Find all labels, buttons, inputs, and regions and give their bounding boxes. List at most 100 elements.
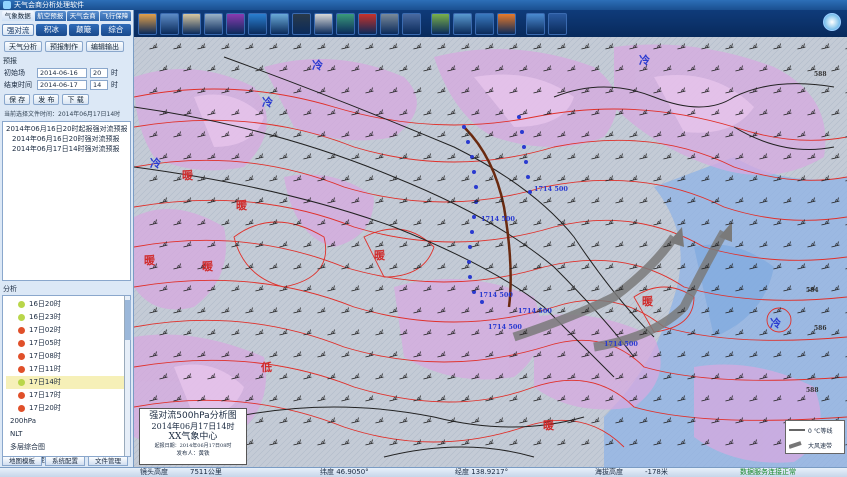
status-lat: 纬度 46.9050° bbox=[320, 468, 369, 476]
tool-1-button[interactable] bbox=[138, 12, 157, 35]
system-config-button[interactable]: 系统配置 bbox=[45, 456, 85, 466]
time-tree: 16日20时 16日23时 17日02时 17日05时 17日08时 17日11时 17日1… bbox=[2, 295, 131, 464]
cold-center-label: 冷 bbox=[312, 59, 323, 72]
tool-9-button[interactable] bbox=[314, 12, 333, 35]
save-button[interactable]: 保 存 bbox=[4, 94, 31, 105]
time-item-label: 16日23时 bbox=[29, 313, 61, 321]
map-publisher: 发布人：黄铁 bbox=[176, 451, 210, 457]
forecast-label: 预报 bbox=[3, 57, 17, 65]
time-item[interactable]: 16日20时 bbox=[6, 298, 127, 311]
status-scale-label: 镜头高度 bbox=[140, 468, 168, 476]
status-lon: 经度 138.9217° bbox=[455, 468, 509, 476]
tool-13-button[interactable] bbox=[402, 12, 421, 35]
contour-value-label: 588 bbox=[806, 387, 819, 394]
tab-turbulence[interactable]: 颠簸 bbox=[68, 24, 99, 36]
time-item-label: 17日02时 bbox=[29, 326, 61, 334]
left-panel: 气象数据 航空预报 天气会商 飞行保障 强对流 积冰 颠簸 综合 天气分析 预报… bbox=[0, 10, 134, 467]
file-manage-button[interactable]: 文件管理 bbox=[88, 456, 128, 466]
contour-value-label: 584 bbox=[806, 287, 819, 294]
action-row: 天气分析 预报制作 编辑输出 bbox=[0, 38, 133, 55]
tool-16-button[interactable] bbox=[475, 12, 494, 35]
tool-10-button[interactable] bbox=[336, 12, 355, 35]
tool-17-button[interactable] bbox=[497, 12, 516, 35]
publish-button[interactable]: 发 布 bbox=[33, 94, 60, 105]
status-scale-value: 7511公里 bbox=[190, 468, 222, 476]
start-hour-unit: 时 bbox=[111, 69, 118, 77]
tree-node[interactable]: 200hPa bbox=[6, 415, 127, 428]
tool-19-button[interactable] bbox=[548, 12, 567, 35]
tool-3-button[interactable] bbox=[182, 12, 201, 35]
line-label: 1714 500 bbox=[479, 291, 513, 299]
tab-flight[interactable]: 飞行保障 bbox=[99, 11, 131, 21]
tab-aviation[interactable]: 航空预报 bbox=[34, 11, 66, 21]
weather-analysis-button[interactable]: 天气分析 bbox=[4, 41, 42, 52]
app-icon bbox=[3, 1, 11, 9]
map-title-box: 强对流500hPa分析图 2014年06月17日14时 XX气象中心 起报日期：… bbox=[139, 408, 247, 465]
tool-18-button[interactable] bbox=[526, 12, 545, 35]
start-date-input[interactable]: 2014-06-16 bbox=[37, 68, 87, 78]
map-title: 强对流500hPa分析图 bbox=[149, 411, 237, 421]
list-item[interactable]: 2014年06月16日20时强对流预报 bbox=[6, 134, 127, 144]
tool-7-button[interactable] bbox=[270, 12, 289, 35]
contour-value-label: 586 bbox=[814, 325, 827, 332]
time-item[interactable]: 16日23时 bbox=[6, 311, 127, 324]
time-item-label: 17日20时 bbox=[29, 404, 61, 412]
end-date-input[interactable]: 2014-06-17 bbox=[37, 80, 87, 90]
time-item[interactable]: 17日14时 bbox=[6, 376, 127, 389]
download-button[interactable]: 下 载 bbox=[62, 94, 89, 105]
status-dot-icon bbox=[18, 353, 25, 360]
time-item[interactable]: 17日08时 bbox=[6, 350, 127, 363]
tool-12-button[interactable] bbox=[380, 12, 399, 35]
weather-map[interactable]: 冷冷冷冷冷暖暖暖暖暖暖暖低 1714 500 1714 500 1714 500 171… bbox=[134, 37, 847, 467]
tool-6-button[interactable] bbox=[248, 12, 267, 35]
tab-data[interactable]: 气象数据 bbox=[2, 11, 34, 21]
analysis-label: 分析 bbox=[3, 285, 17, 293]
status-dot-icon bbox=[18, 327, 25, 334]
tab-consult[interactable]: 天气会商 bbox=[67, 11, 99, 21]
map-canvas bbox=[134, 37, 847, 467]
tool-5-button[interactable] bbox=[226, 12, 245, 35]
help-icon[interactable] bbox=[823, 13, 841, 31]
map-issue-date: 起报日期：2014年06月17日08时 bbox=[154, 443, 232, 449]
time-item[interactable]: 17日11时 bbox=[6, 363, 127, 376]
map-legend: 0 ℃等线 大风速带 bbox=[785, 420, 845, 454]
scrollbar-thumb[interactable] bbox=[125, 300, 131, 340]
tree-scrollbar[interactable] bbox=[124, 296, 131, 456]
tool-8-button[interactable] bbox=[292, 12, 311, 35]
line-label: 1714 500 bbox=[604, 340, 638, 348]
forecast-make-button[interactable]: 预报制作 bbox=[45, 41, 83, 52]
tree-node[interactable]: 多层综合图 bbox=[6, 441, 127, 454]
time-item[interactable]: 17日02时 bbox=[6, 324, 127, 337]
tree-node[interactable]: NLT bbox=[6, 428, 127, 441]
list-item[interactable]: 2014年06月17日14时强对流预报 bbox=[6, 144, 127, 154]
start-row: 初始场 2014-06-16 20 时 bbox=[0, 67, 133, 79]
tool-4-button[interactable] bbox=[204, 12, 223, 35]
status-alt-value: -178米 bbox=[645, 468, 668, 476]
map-template-button[interactable]: 地图模板 bbox=[2, 456, 42, 466]
warm-center-label: 暖 bbox=[642, 295, 653, 308]
end-hour-input[interactable]: 14 bbox=[90, 80, 108, 90]
list-item[interactable]: 2014年06月16日20时起报强对流预报 bbox=[6, 124, 127, 134]
time-item[interactable]: 17日05时 bbox=[6, 337, 127, 350]
edit-output-button[interactable]: 编辑输出 bbox=[86, 41, 124, 52]
tab-convection[interactable]: 强对流 bbox=[2, 24, 35, 36]
tool-2-button[interactable] bbox=[160, 12, 179, 35]
legend-row: 0 ℃等线 bbox=[786, 424, 844, 436]
tab-combined[interactable]: 综合 bbox=[100, 24, 131, 36]
tab-icing[interactable]: 积冰 bbox=[36, 24, 67, 36]
status-dot-icon bbox=[18, 314, 25, 321]
tool-15-button[interactable] bbox=[453, 12, 472, 35]
warm-center-label: 暖 bbox=[543, 419, 554, 432]
tool-14-button[interactable] bbox=[431, 12, 450, 35]
status-dot-icon bbox=[18, 405, 25, 412]
time-item-label: 17日05时 bbox=[29, 339, 61, 347]
cold-center-label: 冷 bbox=[639, 54, 650, 67]
time-item[interactable]: 17日20时 bbox=[6, 402, 127, 415]
contour-value-label: 588 bbox=[814, 71, 827, 78]
legend-row: 大风速带 bbox=[786, 439, 844, 451]
legend-line-icon bbox=[789, 429, 805, 431]
start-hour-input[interactable]: 20 bbox=[90, 68, 108, 78]
tool-11-button[interactable] bbox=[358, 12, 377, 35]
top-tab-row: 气象数据 航空预报 天气会商 飞行保障 bbox=[0, 10, 133, 22]
time-item[interactable]: 17日17时 bbox=[6, 389, 127, 402]
